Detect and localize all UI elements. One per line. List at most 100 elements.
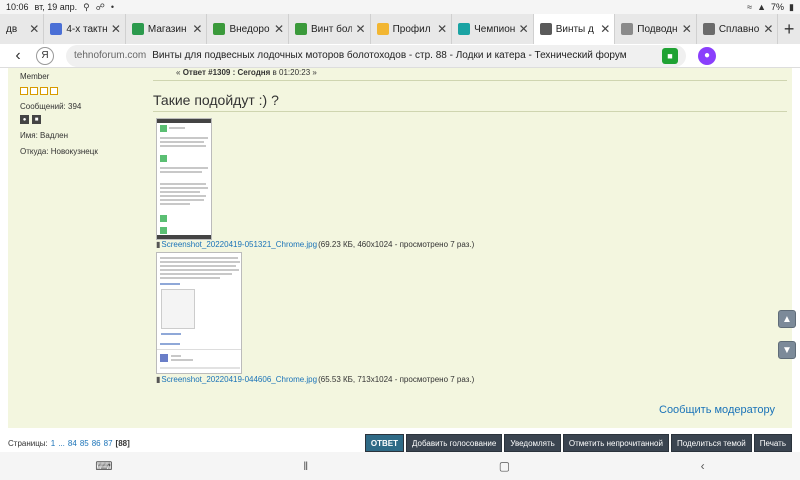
browser-tab[interactable]: Магазин ✕	[126, 14, 208, 44]
notify-button[interactable]: Уведомлять	[504, 434, 561, 452]
back-arrow-icon[interactable]: ‹	[0, 47, 36, 65]
tab-icon	[621, 23, 634, 35]
system-nav-bar: ⌨ ‖ ▢ ‹	[0, 452, 800, 480]
pagination: Страницы: 1 ... 84 85 86 87 [88]	[8, 439, 130, 448]
thumb-text	[160, 265, 236, 267]
tab-title: Винт бол	[311, 23, 352, 35]
thumb-text	[160, 145, 206, 147]
tab-icon	[376, 23, 389, 35]
browser-tab[interactable]: Сплавно ✕	[697, 14, 779, 44]
report-to-moderator-link[interactable]: Сообщить модератору	[659, 404, 775, 416]
browser-tab[interactable]: Винт бол ✕	[289, 14, 371, 44]
notification-dot-icon: •	[110, 2, 115, 12]
microphone-icon[interactable]: ●	[698, 46, 716, 65]
tab-title: Сплавно	[718, 23, 760, 35]
signal-icon: ▲	[757, 2, 767, 12]
topic-actions: ОТВЕТ Добавить голосование Уведомлять От…	[364, 434, 792, 452]
browser-tab[interactable]: Внедоро ✕	[207, 14, 290, 44]
close-icon[interactable]: ✕	[682, 22, 692, 36]
close-icon[interactable]: ✕	[274, 22, 284, 36]
home-icon[interactable]: ▢	[499, 459, 510, 473]
thumb-divider	[157, 349, 241, 350]
wifi-icon: ≈	[747, 2, 753, 12]
attachment-link[interactable]: Screenshot_20220419-051321_Chrome.jpg	[161, 240, 317, 249]
share-topic-button[interactable]: Поделиться темой	[670, 434, 752, 452]
scroll-up-icon[interactable]: ▲	[778, 310, 796, 328]
keyboard-icon[interactable]: ⌨	[95, 459, 112, 473]
post-header: « Ответ #1309 : Сегодня в 01:20:23 »	[176, 68, 317, 77]
lock-icon[interactable]: ■	[662, 47, 678, 64]
page-link[interactable]: 85	[80, 439, 89, 448]
tab-strip: дв ✕ 4-х тактн ✕ Магазин ✕ Внедоро ✕ Вин…	[0, 14, 800, 44]
thumb-text	[160, 171, 202, 173]
add-poll-button[interactable]: Добавить голосование	[406, 434, 503, 452]
attachment-thumbnail[interactable]	[156, 118, 212, 240]
thumb-text	[160, 269, 239, 271]
profile-icon[interactable]: ●	[20, 115, 29, 124]
page-link[interactable]: 84	[68, 439, 77, 448]
attachment-thumbnail[interactable]	[156, 252, 242, 374]
post-header-prefix: «	[176, 68, 181, 77]
thumb-status-bar	[157, 119, 211, 123]
yandex-icon[interactable]: Я	[36, 46, 54, 65]
tab-icon	[131, 23, 144, 35]
thumb-text	[160, 167, 208, 169]
thumb-nav-bar	[157, 235, 211, 239]
page-ellipsis[interactable]: ...	[58, 439, 65, 448]
browser-tab-active[interactable]: Винты д ✕	[533, 14, 616, 44]
tab-icon	[702, 23, 715, 35]
close-icon[interactable]: ✕	[29, 22, 39, 36]
thumb-text	[160, 343, 180, 345]
thumb-text	[161, 333, 181, 335]
tab-title: Магазин	[147, 23, 187, 35]
print-button[interactable]: Печать	[753, 434, 792, 452]
thumb-avatar	[160, 227, 167, 234]
page-link[interactable]: 87	[104, 439, 113, 448]
close-icon[interactable]: ✕	[519, 22, 529, 36]
post-number: Ответ #1309 : Сегодня	[182, 68, 271, 77]
tab-icon	[539, 23, 552, 35]
new-tab-icon[interactable]: +	[778, 14, 800, 44]
browser-tab[interactable]: Подводн ✕	[615, 14, 697, 44]
attachment-row: ▮ Screenshot_20220419-051321_Chrome.jpg …	[156, 240, 474, 249]
recent-apps-icon[interactable]: ‖	[303, 459, 308, 473]
thumb-text	[169, 127, 185, 129]
url-domain: tehnoforum.com	[74, 50, 147, 61]
scroll-down-icon[interactable]: ▼	[778, 341, 796, 359]
mark-unread-button[interactable]: Отметить непрочитанной	[562, 434, 669, 452]
url-field[interactable]: tehnoforum.com Винты для подвесных лодоч…	[66, 44, 686, 67]
tab-title: Подводн	[637, 23, 678, 35]
thumb-text	[171, 355, 181, 357]
close-icon[interactable]: ✕	[111, 22, 121, 36]
close-icon[interactable]: ✕	[356, 22, 366, 36]
thumb-text	[160, 141, 204, 143]
thumb-text	[160, 195, 206, 197]
tab-icon	[295, 23, 308, 35]
thumb-text	[160, 367, 240, 369]
thumb-text	[160, 199, 204, 201]
close-icon[interactable]: ✕	[600, 22, 610, 36]
close-icon[interactable]: ✕	[192, 22, 202, 36]
attachment-link[interactable]: Screenshot_20220419-044606_Chrome.jpg	[161, 375, 317, 384]
back-icon[interactable]: ‹	[701, 459, 705, 473]
close-icon[interactable]: ✕	[437, 22, 447, 36]
browser-tab[interactable]: дв ✕	[0, 14, 45, 44]
attachment-info: (69.23 КБ, 460x1024 - просмотрено 7 раз.…	[318, 240, 475, 249]
message-icon[interactable]: ■	[32, 115, 41, 124]
post-container: Member Сообщений: 394 ● ■ Имя: Вадлен От…	[8, 68, 792, 428]
status-time: 10:06	[6, 2, 29, 12]
browser-tab[interactable]: Чемпион ✕	[452, 14, 534, 44]
thumb-text	[160, 273, 232, 275]
page-link[interactable]: 86	[92, 439, 101, 448]
search-icon: ⚲	[83, 1, 90, 12]
browser-tab[interactable]: 4-х тактн ✕	[44, 14, 126, 44]
close-icon[interactable]: ✕	[763, 22, 773, 36]
user-posts: Сообщений: 394	[20, 102, 82, 111]
thumb-text	[160, 137, 208, 139]
browser-tab[interactable]: Профил ✕	[371, 14, 453, 44]
page-link[interactable]: 1	[51, 439, 55, 448]
thumb-text	[160, 191, 200, 193]
pager-label: Страницы:	[8, 438, 48, 448]
thumb-text	[160, 257, 238, 259]
reply-button[interactable]: ОТВЕТ	[364, 434, 405, 452]
